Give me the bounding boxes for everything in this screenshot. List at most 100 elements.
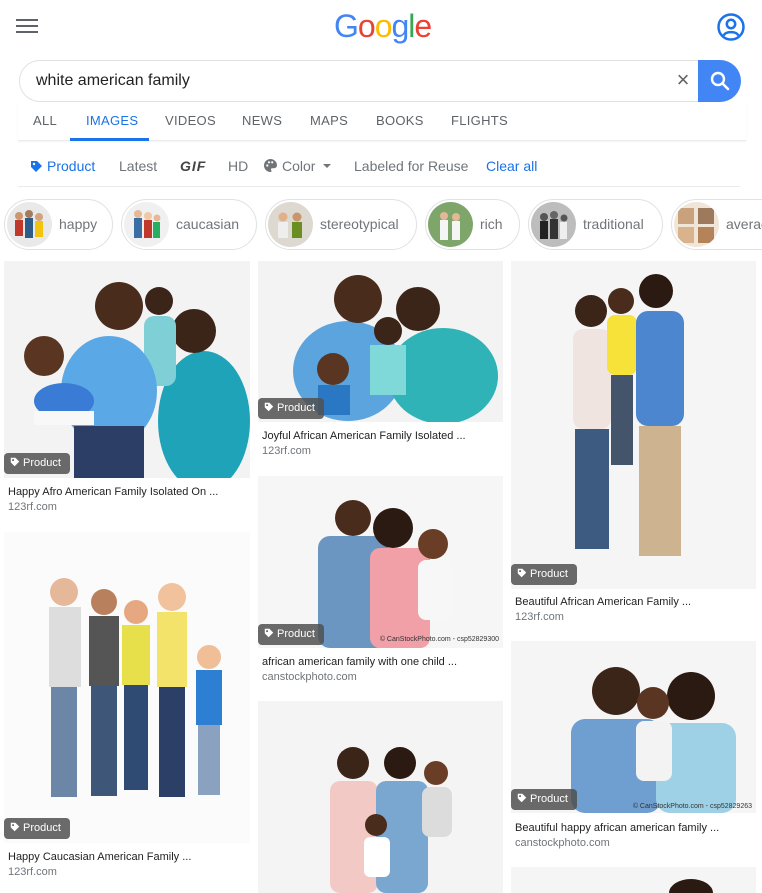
chevron-down-icon	[323, 164, 332, 168]
filter-latest[interactable]: Latest	[119, 158, 157, 174]
image-result[interactable]: Product Beautiful African American Famil…	[511, 261, 756, 628]
chip-stereotypical[interactable]: stereotypical	[265, 199, 417, 250]
tag-icon	[517, 793, 527, 803]
result-thumbnail	[511, 867, 756, 893]
result-title: Happy Caucasian American Family ...	[8, 851, 192, 863]
image-result[interactable]: © CanStockPhoto.com - csp52829263 Produc…	[511, 641, 756, 853]
result-source: 123rf.com	[8, 501, 57, 513]
tag-icon	[10, 822, 20, 832]
filter-color[interactable]: Color	[263, 158, 332, 174]
logo-letter: o	[357, 8, 376, 44]
badge-label: Product	[530, 568, 568, 580]
chip-thumbnail	[268, 202, 313, 247]
tab-books[interactable]: BOOKS	[376, 113, 424, 128]
badge-label: Product	[277, 628, 315, 640]
result-thumbnail	[511, 261, 756, 589]
result-thumbnail	[258, 701, 503, 893]
tag-icon	[517, 568, 527, 578]
chip-thumbnail	[531, 202, 576, 247]
account-circle-icon[interactable]	[716, 12, 746, 42]
filter-gif[interactable]: GIF	[180, 158, 206, 174]
product-badge: Product	[258, 624, 324, 645]
result-title: Beautiful African American Family ...	[515, 596, 692, 608]
chip-thumbnail	[674, 202, 719, 247]
search-button[interactable]	[698, 60, 741, 102]
filter-hd[interactable]: HD	[228, 158, 248, 174]
chip-caucasian[interactable]: caucasian	[121, 199, 257, 250]
product-badge: Product	[511, 564, 577, 585]
tab-flights[interactable]: FLIGHTS	[451, 113, 508, 128]
logo-letter: G	[334, 8, 359, 44]
result-source: canstockphoto.com	[262, 671, 357, 683]
search-box: ×	[19, 60, 741, 102]
result-thumbnail	[4, 532, 250, 843]
chip-traditional[interactable]: traditional	[528, 199, 663, 250]
chip-thumbnail	[124, 202, 169, 247]
result-title: Happy Afro American Family Isolated On .…	[8, 486, 219, 498]
tag-icon	[31, 161, 42, 172]
search-tabs: ALL IMAGES VIDEOS NEWS MAPS BOOKS FLIGHT…	[18, 103, 746, 141]
result-title: Beautiful happy african american family …	[515, 822, 720, 834]
chip-average[interactable]: average	[671, 199, 762, 250]
filter-labeled-for-reuse[interactable]: Labeled for Reuse	[354, 158, 468, 174]
product-badge: Product	[258, 398, 324, 419]
related-searches: happy caucasian stereotypical rich tradi…	[0, 199, 762, 251]
result-source: canstockphoto.com	[515, 837, 610, 849]
tab-maps[interactable]: MAPS	[310, 113, 348, 128]
result-title: african american family with one child .…	[262, 656, 458, 668]
tab-images[interactable]: IMAGES	[86, 113, 138, 128]
result-title: Joyful African American Family Isolated …	[262, 430, 466, 442]
top-bar: Google	[0, 0, 762, 56]
product-badge: Product	[4, 453, 70, 474]
product-badge: Product	[511, 789, 577, 810]
tab-videos[interactable]: VIDEOS	[165, 113, 216, 128]
result-source: 123rf.com	[262, 445, 311, 457]
logo-letter: e	[414, 8, 432, 44]
filter-color-label: Color	[282, 158, 316, 174]
chip-label: average	[726, 216, 762, 232]
result-thumbnail	[258, 476, 503, 648]
chip-label: caucasian	[176, 216, 240, 232]
chip-thumbnail	[7, 202, 52, 247]
tag-icon	[10, 457, 20, 467]
google-logo[interactable]: Google	[334, 8, 432, 45]
badge-label: Product	[23, 457, 61, 469]
product-badge: Product	[4, 818, 70, 839]
image-result[interactable]	[258, 701, 503, 893]
close-icon[interactable]: ×	[672, 69, 694, 92]
image-result[interactable]: Product Happy Caucasian American Family …	[4, 532, 250, 878]
chip-label: rich	[480, 216, 503, 232]
image-result[interactable]: Product Joyful African American Family I…	[258, 261, 503, 462]
badge-label: Product	[277, 402, 315, 414]
clear-all-link[interactable]: Clear all	[486, 158, 537, 174]
logo-letter: o	[374, 8, 393, 44]
chip-thumbnail	[428, 202, 473, 247]
badge-label: Product	[530, 793, 568, 805]
result-source: 123rf.com	[515, 611, 564, 623]
chip-label: stereotypical	[320, 216, 399, 232]
hamburger-menu-icon[interactable]	[16, 16, 38, 36]
result-thumbnail	[4, 261, 250, 478]
filter-product-label: Product	[47, 158, 96, 174]
filter-bar: Product Latest GIF HD Color Labeled for …	[18, 143, 740, 187]
tag-icon	[264, 402, 274, 412]
result-source: 123rf.com	[8, 866, 57, 878]
logo-letter: g	[391, 8, 409, 44]
tab-news[interactable]: NEWS	[242, 113, 282, 128]
image-result[interactable]	[511, 867, 756, 893]
badge-label: Product	[23, 822, 61, 834]
palette-icon	[264, 159, 277, 172]
image-result[interactable]: © CanStockPhoto.com - csp52829300 Produc…	[258, 476, 503, 686]
tag-icon	[264, 628, 274, 638]
chip-label: traditional	[583, 216, 644, 232]
filter-product[interactable]: Product	[30, 158, 95, 174]
tab-all[interactable]: ALL	[33, 113, 57, 128]
chip-rich[interactable]: rich	[425, 199, 520, 250]
chip-label: happy	[59, 216, 98, 232]
active-tab-indicator	[70, 138, 149, 141]
search-icon	[710, 71, 730, 91]
search-input[interactable]	[36, 70, 656, 92]
image-result[interactable]: Product Happy Afro American Family Isola…	[4, 261, 250, 518]
chip-happy[interactable]: happy	[4, 199, 113, 250]
result-thumbnail	[511, 641, 756, 813]
